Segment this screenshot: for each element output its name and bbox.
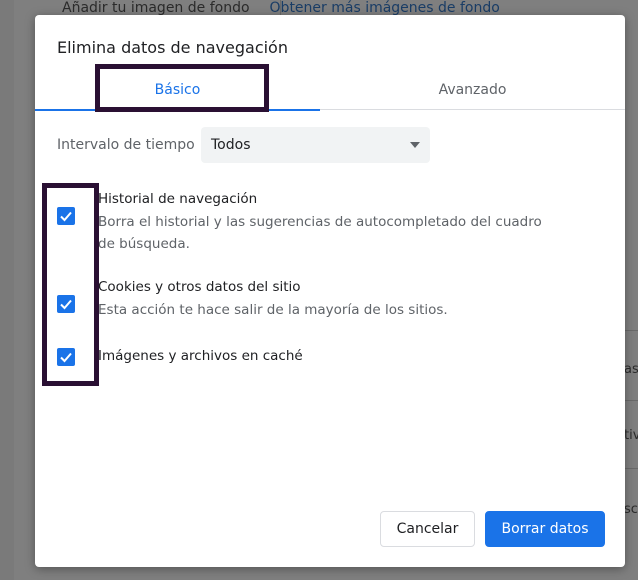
- cookies-title: Cookies y otros datos del sitio: [98, 279, 301, 295]
- option-cookies: Cookies y otros datos del sitio Esta acc…: [57, 277, 558, 321]
- time-range-select[interactable]: Todos: [201, 127, 430, 163]
- time-range-row: Intervalo de tiempo Todos: [57, 127, 430, 163]
- background-line: [624, 400, 638, 401]
- clear-data-button[interactable]: Borrar datos: [485, 511, 605, 547]
- cookies-checkbox[interactable]: [57, 295, 75, 313]
- dropdown-arrow-icon: [410, 142, 420, 148]
- browsing-history-description: Borra el historial y las sugerencias de …: [98, 214, 542, 252]
- time-range-value: Todos: [211, 137, 251, 153]
- background-fragment: sc: [624, 502, 638, 517]
- tab-advanced[interactable]: Avanzado: [320, 70, 625, 110]
- cached-images-checkbox[interactable]: [57, 348, 75, 366]
- clear-browsing-data-dialog: Elimina datos de navegación Básico Avanz…: [35, 15, 625, 567]
- tab-basic[interactable]: Básico: [35, 70, 320, 111]
- dialog-footer: Cancelar Borrar datos: [380, 511, 605, 547]
- option-browsing-history: Historial de navegación Borra el histori…: [57, 189, 558, 255]
- browsing-history-checkbox[interactable]: [57, 207, 75, 225]
- browsing-history-title: Historial de navegación: [98, 191, 258, 207]
- checkmark-icon: [60, 352, 72, 363]
- background-line: [624, 468, 638, 469]
- cancel-button[interactable]: Cancelar: [380, 511, 475, 547]
- cookies-description: Esta acción te hace salir de la mayoría …: [98, 302, 448, 318]
- cookies-text: Cookies y otros datos del sitio Esta acc…: [98, 277, 558, 321]
- cached-images-title: Imágenes y archivos en caché: [98, 348, 303, 364]
- background-fragment: as: [624, 362, 638, 377]
- background-line: [624, 330, 638, 331]
- browsing-history-text: Historial de navegación Borra el histori…: [98, 189, 558, 255]
- background-fragment: tiv: [624, 428, 638, 443]
- time-range-label: Intervalo de tiempo: [57, 137, 195, 153]
- checkmark-icon: [60, 211, 72, 222]
- checkmark-icon: [60, 299, 72, 310]
- dialog-tabs: Básico Avanzado: [35, 70, 625, 111]
- option-cached-images: Imágenes y archivos en caché: [57, 346, 558, 366]
- dialog-title: Elimina datos de navegación: [57, 38, 288, 57]
- cached-images-text: Imágenes y archivos en caché: [98, 346, 558, 366]
